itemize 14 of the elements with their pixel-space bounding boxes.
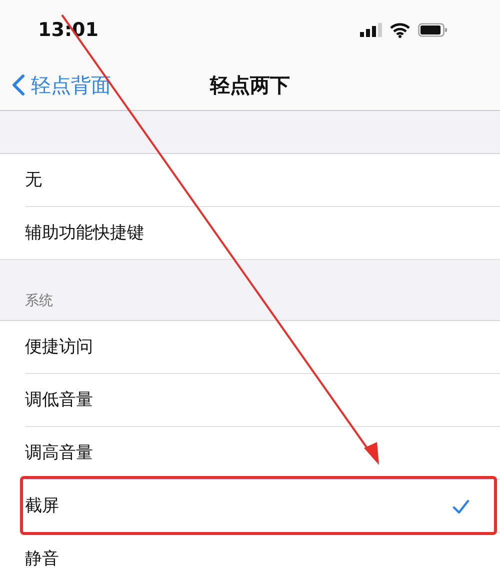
option-label: 便捷访问 bbox=[25, 336, 93, 359]
option-label: 截屏 bbox=[25, 494, 59, 518]
option-label: 辅助功能快捷键 bbox=[25, 222, 144, 245]
option-label: 调低音量 bbox=[25, 388, 93, 412]
page-title: 轻点两下 bbox=[210, 73, 290, 97]
option-label: 无 bbox=[25, 168, 42, 192]
back-button[interactable]: 轻点背面 bbox=[0, 70, 111, 100]
back-chevron-icon bbox=[12, 74, 25, 96]
section-header: 系统 bbox=[25, 292, 53, 311]
signal-icon bbox=[360, 23, 382, 37]
option-label: 调高音量 bbox=[25, 442, 93, 465]
wifi-icon bbox=[390, 22, 410, 38]
option-label: 静音 bbox=[25, 548, 59, 571]
battery-icon bbox=[418, 23, 448, 37]
